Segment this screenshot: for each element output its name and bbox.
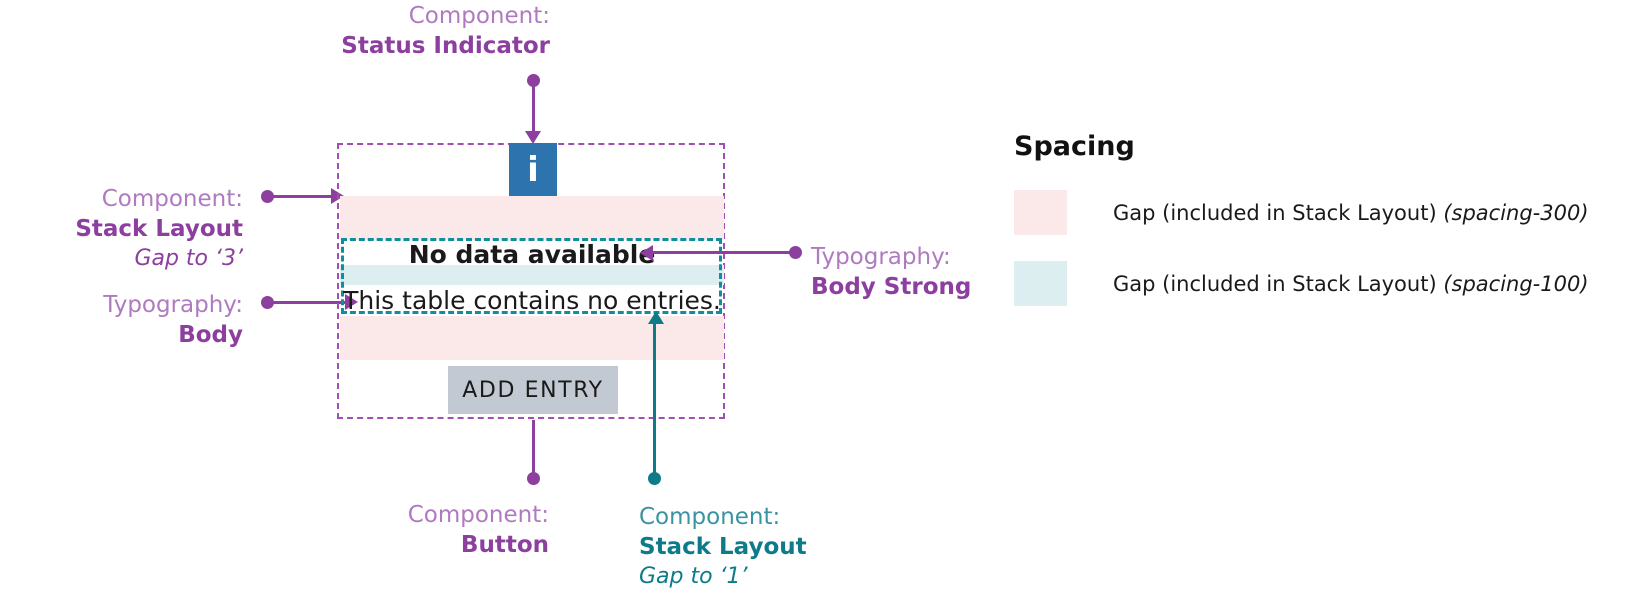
annotation-kind: Component:: [101, 186, 243, 212]
annotation-typography-body-strong: Typography: Body Strong: [811, 243, 971, 303]
empty-state-description: This table contains no entries.: [343, 286, 721, 315]
legend-label-token: (spacing-100): [1443, 271, 1589, 296]
annotation-kind: Component:: [408, 3, 550, 29]
annotation-value: Status Indicator: [341, 32, 550, 59]
annotation-typography-body: Typography: Body: [0, 291, 243, 351]
annotation-subvalue: Gap to ‘3’: [134, 245, 243, 271]
legend-row: Gap (included in Stack Layout) (spacing-…: [1014, 261, 1589, 306]
annotation-value: Body Strong: [811, 273, 972, 300]
connector-line-typography-body-strong: [652, 251, 791, 254]
annotation-kind: Typography:: [811, 244, 951, 270]
connector-line-stack-layout-outer: [267, 195, 333, 198]
spacing-gap-300-bottom: [340, 316, 724, 360]
connector-line-status-indicator: [532, 80, 535, 133]
connector-dot-button: [527, 472, 540, 485]
legend-label: Gap (included in Stack Layout) (spacing-…: [1113, 272, 1589, 296]
connector-line-button: [532, 420, 535, 475]
diagram-canvas: Component: Status Indicator Component: S…: [0, 0, 1626, 614]
legend-label-text: Gap (included in Stack Layout): [1113, 271, 1444, 296]
status-indicator: i: [509, 143, 557, 196]
annotation-kind: Typography:: [103, 292, 243, 318]
legend-swatch-spacing-100: [1014, 261, 1067, 306]
add-entry-button[interactable]: ADD ENTRY: [448, 366, 618, 414]
annotation-value: Stack Layout: [639, 533, 807, 560]
connector-dot-stack-layout-inner: [648, 472, 661, 485]
spacing-legend: Spacing Gap (included in Stack Layout) (…: [1014, 131, 1589, 332]
annotation-stack-layout-outer: Component: Stack Layout Gap to ‘3’: [0, 185, 243, 273]
annotation-value: Stack Layout: [75, 215, 243, 242]
annotation-value: Button: [460, 531, 549, 558]
legend-title: Spacing: [1014, 131, 1135, 162]
connector-arrowhead-stack-layout-inner: [648, 311, 664, 324]
legend-row: Gap (included in Stack Layout) (spacing-…: [1014, 190, 1589, 235]
annotation-button: Component: Button: [300, 501, 549, 561]
annotation-kind: Component:: [639, 504, 781, 530]
spacing-gap-300-top: [340, 196, 724, 240]
legend-label-token: (spacing-300): [1443, 200, 1589, 225]
annotation-status-indicator: Component: Status Indicator: [220, 2, 550, 62]
connector-line-stack-layout-inner: [653, 322, 656, 475]
legend-swatch-spacing-300: [1014, 190, 1067, 235]
empty-state-heading: No data available: [408, 240, 656, 269]
annotation-subvalue: Gap to ‘1’: [639, 563, 748, 589]
annotation-kind: Component:: [407, 502, 549, 528]
connector-line-typography-body: [267, 301, 347, 304]
legend-label-text: Gap (included in Stack Layout): [1113, 200, 1444, 225]
annotation-stack-layout-inner: Component: Stack Layout Gap to ‘1’: [639, 503, 807, 591]
info-icon: i: [527, 149, 539, 190]
annotation-value: Body: [178, 321, 243, 348]
legend-label: Gap (included in Stack Layout) (spacing-…: [1113, 201, 1589, 225]
connector-dot-typography-body-strong: [789, 246, 802, 259]
